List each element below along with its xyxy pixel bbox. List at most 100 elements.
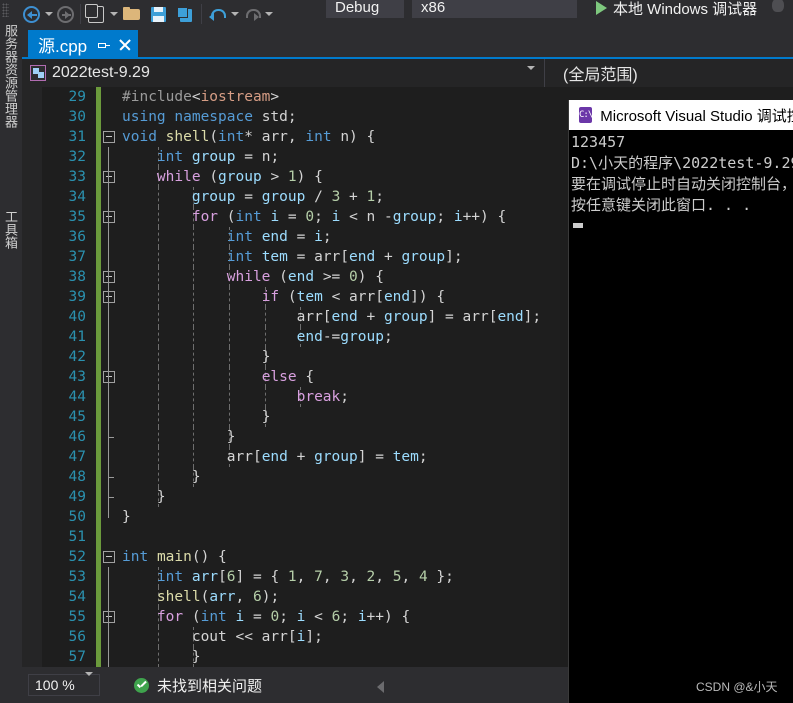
fold-guide <box>108 627 110 647</box>
line-number: 55 <box>68 609 86 625</box>
line-number: 54 <box>68 589 86 605</box>
change-bar <box>96 407 101 427</box>
change-bar <box>96 627 101 647</box>
fold-toggle-icon[interactable] <box>103 551 115 563</box>
code-text: arr[end + group] = tem; <box>226 449 428 465</box>
change-bar <box>96 347 101 367</box>
line-number: 38 <box>68 269 86 285</box>
fold-guide <box>108 367 110 387</box>
project-label: 2022test-9.29 <box>52 64 150 81</box>
code-text: } <box>191 469 201 485</box>
line-number: 45 <box>68 409 86 425</box>
start-debug-dropdown-icon[interactable] <box>763 0 773 17</box>
new-item-dropdown-icon[interactable] <box>107 2 119 26</box>
flame-icon[interactable] <box>772 0 784 12</box>
line-number: 44 <box>68 389 86 405</box>
change-bar <box>96 107 101 127</box>
fold-guide <box>108 507 110 518</box>
zoom-combo[interactable]: 100 % <box>28 672 100 696</box>
sidebar-item-toolbox[interactable]: 工具箱 <box>2 210 20 249</box>
line-number: 51 <box>68 529 86 545</box>
redo-icon[interactable] <box>240 2 262 26</box>
fold-guide <box>108 247 110 267</box>
fold-guide <box>108 347 110 367</box>
toolbar-separator-2 <box>201 4 202 24</box>
new-item-icon[interactable] <box>85 2 107 26</box>
code-text: int group = n; <box>156 149 280 165</box>
change-bar <box>96 207 101 227</box>
code-text: int end = i; <box>226 229 332 245</box>
navigate-backward-dropdown-icon[interactable] <box>42 2 54 26</box>
left-dock: 服务器资源管理器 工具箱 <box>0 24 22 703</box>
console-cursor <box>573 223 583 228</box>
change-bar <box>96 247 101 267</box>
chevron-down-icon[interactable] <box>84 672 93 694</box>
line-number: 37 <box>68 249 86 265</box>
navigate-forward-icon[interactable] <box>54 2 76 26</box>
close-icon[interactable] <box>118 38 131 51</box>
fold-guide <box>108 567 110 587</box>
undo-icon[interactable] <box>206 2 228 26</box>
change-bar <box>96 387 101 407</box>
line-number: 48 <box>68 469 86 485</box>
line-number: 36 <box>68 229 86 245</box>
change-bar <box>96 547 101 567</box>
platform-combo[interactable]: x86 <box>412 0 577 18</box>
save-icon[interactable] <box>145 2 171 26</box>
change-bar <box>96 487 101 507</box>
save-all-icon[interactable] <box>171 2 197 26</box>
debug-console-window[interactable]: C:\ Microsoft Visual Studio 调试控制台 123457… <box>568 100 793 703</box>
fold-guide <box>108 227 110 247</box>
console-output: 123457 D:\小天的程序\2022test-9.29\Debug\2022… <box>569 130 793 228</box>
undo-dropdown-icon[interactable] <box>228 2 240 26</box>
change-bar <box>96 367 101 387</box>
navigate-backward-icon[interactable] <box>20 2 42 26</box>
project-dropdown[interactable]: 2022test-9.29 <box>22 59 545 87</box>
chevron-down-icon[interactable] <box>526 66 535 88</box>
console-title-bar[interactable]: C:\ Microsoft Visual Studio 调试控制台 <box>569 100 793 130</box>
fold-guide <box>108 207 110 227</box>
line-number: 46 <box>68 429 86 445</box>
code-text: while (end >= 0) { <box>226 269 384 285</box>
chevron-down-icon[interactable] <box>563 0 572 16</box>
code-text: } <box>122 509 131 525</box>
line-number: 56 <box>68 629 86 645</box>
fold-guide <box>108 607 110 627</box>
line-number: 53 <box>68 569 86 585</box>
line-number: 40 <box>68 309 86 325</box>
fold-guide <box>108 427 116 447</box>
chevron-down-icon[interactable] <box>390 0 399 16</box>
scope-dropdown[interactable]: (全局范围) <box>545 59 793 87</box>
change-bar <box>96 227 101 247</box>
line-number: 49 <box>68 489 86 505</box>
code-text: } <box>261 349 271 365</box>
start-debug-button[interactable]: 本地 Windows 调试器 <box>596 0 773 20</box>
tab-source-cpp[interactable]: 源.cpp <box>28 30 139 59</box>
toolbar-grip[interactable] <box>2 3 9 17</box>
fold-guide <box>108 187 110 207</box>
line-number: 31 <box>68 129 86 145</box>
fold-guide <box>108 387 110 407</box>
console-line: D:\小天的程序\2022test-9.29\Debug\2022test-9.… <box>571 154 793 172</box>
code-text: #include<iostream> <box>122 89 280 105</box>
fold-toggle-icon[interactable] <box>103 131 115 143</box>
configuration-combo[interactable]: Debug <box>326 0 404 18</box>
line-number: 29 <box>68 89 86 105</box>
left-arrow-icon[interactable] <box>377 681 384 693</box>
change-bar <box>96 427 101 447</box>
change-bar <box>96 607 101 627</box>
fold-guide <box>108 407 110 427</box>
redo-dropdown-icon[interactable] <box>262 2 274 26</box>
change-bar <box>96 167 101 187</box>
line-number: 47 <box>68 449 86 465</box>
line-number: 35 <box>68 209 86 225</box>
fold-guide <box>108 467 116 487</box>
code-text: group = group / 3 + 1; <box>191 189 384 205</box>
open-file-icon[interactable] <box>119 2 145 26</box>
change-bar <box>96 587 101 607</box>
sidebar-item-server-explorer[interactable]: 服务器资源管理器 <box>2 24 20 128</box>
code-text: } <box>191 649 201 665</box>
change-bar <box>96 527 101 547</box>
pin-icon[interactable] <box>97 39 111 51</box>
change-bar <box>96 467 101 487</box>
